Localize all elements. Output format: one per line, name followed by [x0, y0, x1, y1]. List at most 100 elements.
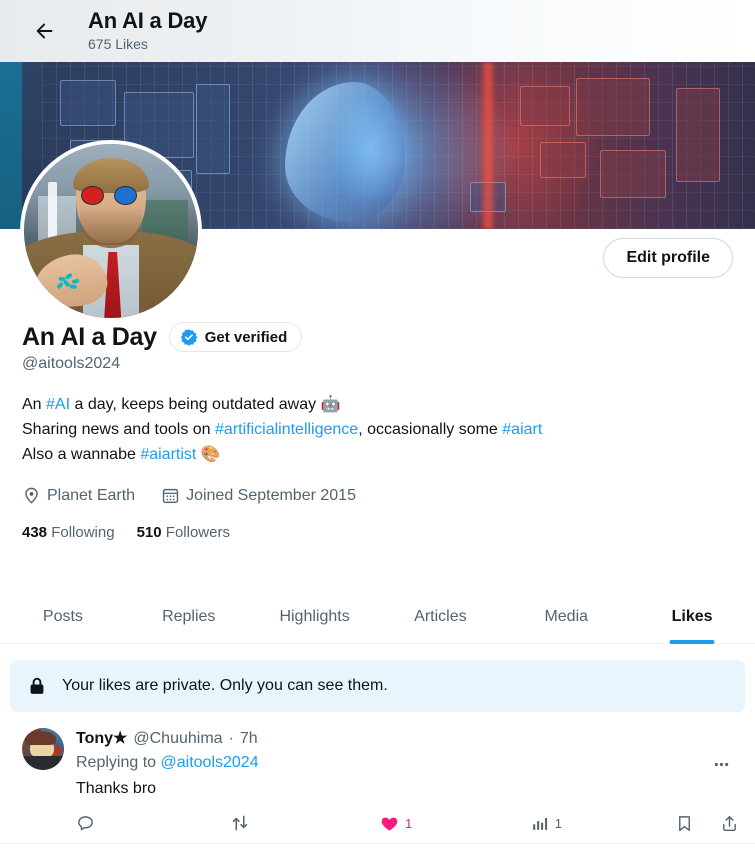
tab-posts[interactable]: Posts — [0, 592, 126, 643]
profile-avatar[interactable] — [20, 140, 202, 322]
views-chart-icon — [532, 817, 547, 830]
tweet-item[interactable]: Tony★ @Chuuhima · 7h Replying to @aitool… — [0, 718, 755, 844]
bio-line-2: Sharing news and tools on #artificialint… — [22, 417, 733, 442]
like-count: 1 — [405, 815, 413, 831]
bio-line2-prefix: Sharing news and tools on — [22, 421, 216, 438]
tweet-avatar-body — [22, 755, 64, 770]
profile-meta: Planet Earth Joined September 2015 — [22, 486, 733, 505]
following-link[interactable]: 438 Following — [22, 524, 115, 541]
tweet-separator: · — [228, 730, 234, 747]
tweet-header: Tony★ @Chuuhima · 7h — [76, 728, 739, 749]
tweet-replying-to: Replying to @aitools2024 — [76, 751, 739, 775]
tab-posts-label: Posts — [42, 608, 83, 625]
reply-button[interactable] — [76, 814, 230, 833]
bookmark-icon — [679, 815, 690, 831]
tweet-content: Tony★ @Chuuhima · 7h Replying to @aitool… — [76, 728, 739, 843]
location-pin-icon — [25, 487, 38, 504]
active-tab-indicator — [669, 640, 715, 644]
followers-link[interactable]: 510 Followers — [137, 524, 230, 541]
tab-highlights-label: Highlights — [279, 608, 350, 625]
tweet-author-name[interactable]: Tony★ — [76, 728, 127, 749]
lock-icon — [30, 677, 44, 694]
profile-actions: Edit profile — [603, 238, 733, 278]
bio-line1-prefix: An — [22, 396, 47, 413]
hashtag-artificialintelligence[interactable]: #artificialintelligence — [215, 421, 358, 438]
bio-line-1: An #AI a day, keeps being outdated away … — [22, 392, 733, 417]
avatar-image — [24, 144, 198, 318]
followers-count: 510 — [136, 524, 162, 541]
avatar-3d-glasses-right-lens — [114, 185, 138, 205]
tab-media-label: Media — [544, 608, 589, 625]
page-subtitle: 675 Likes — [88, 35, 148, 52]
profile-tabs: Posts Replies Highlights Articles Media … — [0, 592, 755, 644]
tab-likes[interactable]: Likes — [629, 592, 755, 644]
name-row: An AI a Day Get verified — [22, 322, 733, 352]
back-button[interactable] — [24, 10, 66, 52]
palette-emoji: 🎨 — [200, 446, 221, 463]
retweet-button[interactable] — [230, 813, 380, 833]
bio-line-3: Also a wannabe #aiartist 🎨 — [22, 442, 733, 467]
profile-info: An AI a Day Get verified @aitools2024 An… — [0, 322, 755, 541]
tab-articles-label: Articles — [414, 608, 467, 625]
tweet-avatar-hat — [25, 730, 57, 745]
arrow-left-icon — [36, 23, 53, 39]
tweet-more-options-button[interactable] — [705, 748, 737, 780]
tab-replies-label: Replies — [162, 608, 216, 625]
replying-mention[interactable]: @aitools2024 — [161, 754, 259, 771]
share-button[interactable] — [720, 814, 739, 833]
bio-line3-prefix: Also a wannabe — [22, 446, 141, 463]
get-verified-button[interactable]: Get verified — [168, 322, 303, 352]
views-count: 1 — [554, 815, 563, 831]
tweet-text: Thanks bro — [76, 780, 157, 797]
tweet-action-bar: 1 1 — [76, 813, 739, 843]
profile-page: An AI a Day 675 Likes Edit profile An AI… — [0, 0, 755, 866]
tab-highlights[interactable]: Highlights — [252, 592, 378, 643]
tweet-author-avatar[interactable] — [22, 728, 64, 770]
header-text-group: An AI a Day 675 Likes — [88, 8, 207, 53]
retweet-icon — [233, 815, 248, 831]
verified-badge-icon — [180, 329, 198, 346]
following-count: 438 — [22, 524, 48, 541]
likes-private-notice: Your likes are private. Only you can see… — [10, 660, 745, 712]
location-text: Planet Earth — [47, 486, 136, 504]
replying-prefix: Replying to — [76, 754, 161, 771]
hashtag-aiartist[interactable]: #aiartist — [140, 446, 196, 463]
bookmark-button[interactable] — [675, 814, 694, 833]
bio-line1-suffix: a day, keeps being outdated away — [70, 396, 321, 413]
followers-label: Followers — [165, 524, 230, 541]
profile-location: Planet Earth — [22, 486, 135, 505]
like-button[interactable]: 1 — [380, 814, 530, 833]
tab-likes-label: Likes — [671, 608, 713, 625]
tab-media[interactable]: Media — [503, 592, 629, 643]
banner-red-glow — [480, 62, 496, 229]
top-header-bar: An AI a Day 675 Likes — [0, 0, 755, 62]
tweet-timestamp[interactable]: 7h — [240, 728, 258, 749]
profile-counts: 438 Following 510 Followers — [22, 524, 733, 541]
hashtag-ai[interactable]: #AI — [46, 396, 70, 413]
tweet-secondary-actions — [675, 814, 739, 833]
page-title: An AI a Day — [88, 8, 208, 34]
get-verified-label: Get verified — [204, 328, 288, 346]
robot-emoji: 🤖 — [320, 396, 341, 413]
profile-bio: An #AI a day, keeps being outdated away … — [22, 392, 733, 467]
edit-profile-button[interactable]: Edit profile — [603, 238, 733, 278]
bio-line2-mid: , occasionally some — [358, 421, 503, 438]
views-button[interactable]: 1 — [530, 814, 675, 833]
banner-left-strip — [0, 62, 22, 229]
tab-articles[interactable]: Articles — [377, 592, 503, 643]
profile-handle: @aitools2024 — [22, 355, 121, 372]
tab-replies[interactable]: Replies — [126, 592, 252, 643]
joined-text: Joined September 2015 — [186, 486, 356, 504]
calendar-icon — [162, 488, 179, 504]
profile-display-name: An AI a Day — [22, 322, 157, 351]
heart-filled-icon — [381, 817, 398, 831]
reply-icon — [78, 815, 93, 830]
likes-private-notice-text: Your likes are private. Only you can see… — [62, 677, 388, 694]
avatar-3d-glasses-left-lens — [81, 185, 105, 205]
profile-joined: Joined September 2015 — [161, 486, 356, 505]
following-label: Following — [51, 524, 115, 541]
tweet-author-handle[interactable]: @Chuuhima — [133, 728, 222, 749]
share-icon — [723, 815, 736, 831]
hashtag-aiart[interactable]: #aiart — [502, 421, 542, 438]
more-options-icon — [714, 762, 728, 766]
